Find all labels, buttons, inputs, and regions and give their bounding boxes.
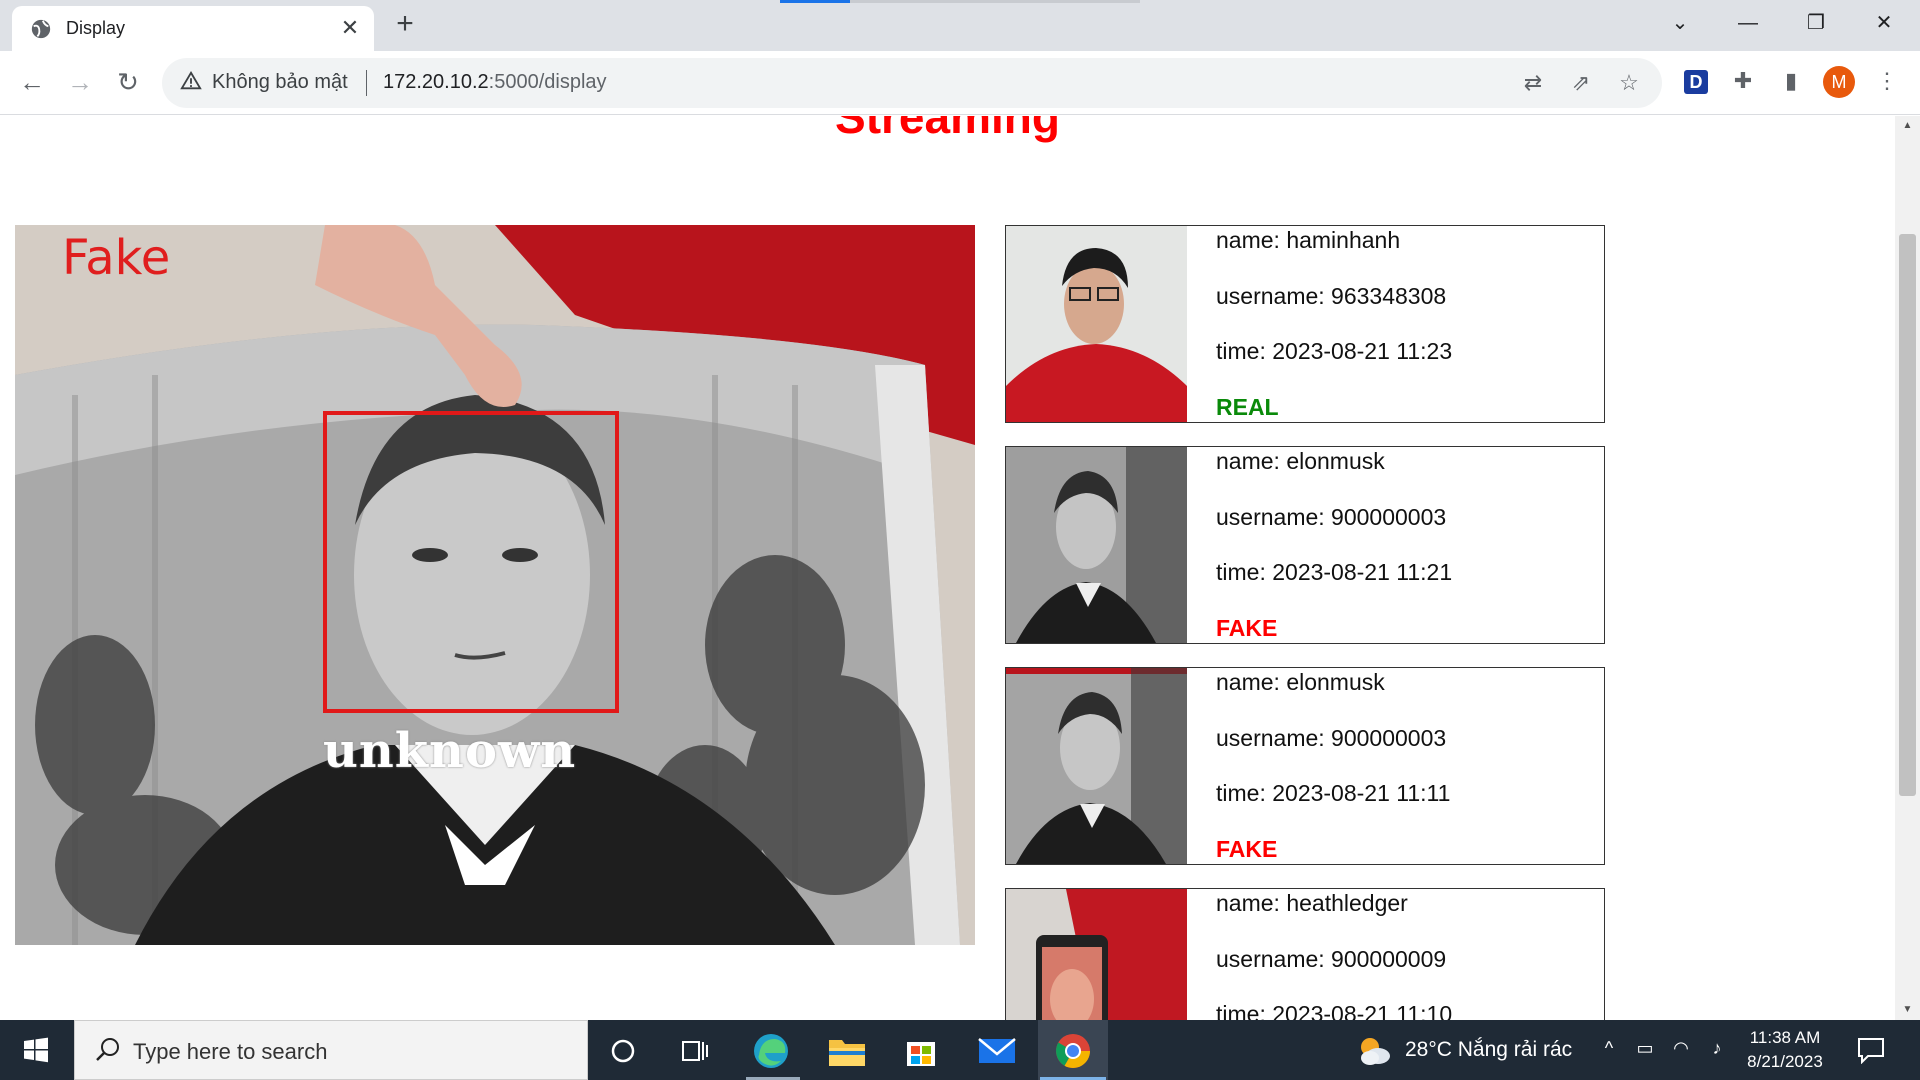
minimize-button[interactable]: — (1720, 6, 1776, 40)
windows-start-icon[interactable] (0, 1020, 72, 1080)
spoof-result-label: Fake (62, 230, 171, 286)
history-info: name: elonmusk username: 900000003 time:… (1216, 447, 1452, 669)
history-username: username: 900000009 (1216, 945, 1447, 972)
person-photo-phone (1006, 889, 1187, 1020)
search-placeholder: Type here to search (133, 1039, 328, 1064)
bookmark-star-icon[interactable]: ☆ (1614, 68, 1644, 98)
page-viewport: Streaming Fake unknown name: haminhanh u… (0, 116, 1895, 1020)
menu-kebab-icon[interactable]: ⋮ (1870, 64, 1904, 98)
tab-strip: Display ✕ + ⌄ — ❐ ✕ (0, 0, 1920, 51)
globe-icon (31, 19, 51, 39)
detection-history-list: name: haminhanh username: 963348308 time… (1005, 225, 1605, 1020)
microsoft-store-icon[interactable] (898, 1028, 944, 1074)
reload-button[interactable]: ↻ (110, 64, 146, 100)
address-bar[interactable]: Không bảo mật 172.20.10.2:5000/display ⇄… (162, 58, 1662, 108)
extension-d-icon[interactable]: D (1684, 70, 1708, 94)
scroll-up-arrow-icon[interactable]: ▲ (1895, 116, 1920, 136)
warning-icon (180, 70, 202, 90)
weather-partly-sunny-icon[interactable] (1356, 1034, 1392, 1068)
windows-taskbar: Type here to search 28°C Nắng rải rác ^ … (0, 1020, 1920, 1080)
history-thumbnail (1006, 668, 1187, 864)
close-tab-icon[interactable]: ✕ (336, 14, 364, 42)
clock-date: 8/21/2023 (1747, 1052, 1823, 1071)
taskbar-search-box[interactable]: Type here to search (74, 1020, 588, 1080)
notification-center-icon[interactable] (1856, 1036, 1886, 1064)
page-scrollbar[interactable]: ▲ ▼ (1895, 116, 1920, 1020)
share-icon[interactable]: ⇗ (1566, 68, 1596, 98)
page-title: Streaming (835, 116, 1060, 143)
url-path: :5000/display (488, 71, 607, 93)
camera-stream: Fake unknown (15, 225, 975, 945)
history-time: time: 2023-08-21 11:11 (1216, 780, 1451, 806)
history-time: time: 2023-08-21 11:10 (1216, 1001, 1453, 1020)
history-username: username: 900000003 (1216, 503, 1447, 530)
history-info: name: heathledger username: 900000009 ti… (1216, 889, 1452, 1020)
back-button[interactable]: ← (14, 64, 50, 100)
scrollbar-thumb[interactable] (1899, 234, 1916, 796)
history-status: FAKE (1216, 835, 1278, 862)
file-explorer-icon[interactable] (824, 1028, 870, 1074)
person-photo-fake (1006, 668, 1187, 864)
history-card: name: elonmusk username: 900000003 time:… (1005, 446, 1605, 644)
identity-label: unknown (323, 723, 577, 779)
history-card: name: heathledger username: 900000009 ti… (1005, 888, 1605, 1020)
url-text[interactable]: 172.20.10.2:5000/display (383, 71, 607, 94)
volume-icon[interactable]: ♪ (1704, 1038, 1730, 1059)
history-name: name: elonmusk (1216, 448, 1385, 474)
history-name: name: elonmusk (1216, 669, 1385, 695)
battery-icon[interactable]: ▭ (1632, 1038, 1658, 1059)
history-card: name: haminhanh username: 963348308 time… (1005, 225, 1605, 423)
profile-avatar[interactable]: M (1823, 66, 1855, 98)
history-username: username: 963348308 (1216, 282, 1447, 309)
history-thumbnail (1006, 226, 1187, 422)
history-status: FAKE (1216, 614, 1278, 641)
tab-indicator-track (850, 0, 1140, 3)
wifi-icon[interactable]: ◠ (1668, 1038, 1694, 1059)
translate-icon[interactable]: ⇄ (1518, 68, 1548, 98)
history-card: name: elonmusk username: 900000003 time:… (1005, 667, 1605, 865)
history-info: name: haminhanh username: 963348308 time… (1216, 226, 1452, 448)
cortana-icon[interactable] (600, 1028, 646, 1074)
extensions-puzzle-icon[interactable]: ✚ (1726, 64, 1760, 98)
side-panel-icon[interactable]: ▮ (1774, 64, 1808, 98)
browser-toolbar: ← → ↻ Không bảo mật 172.20.10.2:5000/dis… (0, 51, 1920, 115)
weather-text[interactable]: 28°C Nắng rải rác (1405, 1038, 1572, 1062)
history-info: name: elonmusk username: 900000003 time:… (1216, 668, 1450, 890)
tab-search-icon[interactable]: ⌄ (1652, 6, 1708, 40)
chrome-icon[interactable] (1050, 1028, 1096, 1074)
omnibox-divider (366, 70, 367, 96)
task-view-icon[interactable] (672, 1028, 718, 1074)
face-bounding-box (323, 411, 619, 713)
clock-time: 11:38 AM (1749, 1028, 1821, 1047)
forward-button[interactable]: → (62, 64, 98, 100)
tab-indicator (780, 0, 850, 3)
history-thumbnail (1006, 447, 1187, 643)
search-icon (96, 1038, 119, 1061)
scroll-down-arrow-icon[interactable]: ▼ (1895, 1000, 1920, 1020)
close-window-button[interactable]: ✕ (1856, 6, 1912, 40)
person-photo-real (1006, 226, 1187, 422)
restore-button[interactable]: ❐ (1788, 6, 1844, 40)
security-status[interactable]: Không bảo mật (212, 71, 348, 94)
history-status: REAL (1216, 393, 1279, 420)
history-time: time: 2023-08-21 11:23 (1216, 338, 1453, 364)
person-photo-fake (1006, 447, 1187, 643)
clock[interactable]: 11:38 AM 8/21/2023 (1730, 1026, 1840, 1074)
chevron-up-icon[interactable]: ^ (1596, 1038, 1622, 1059)
history-thumbnail (1006, 889, 1187, 1020)
history-time: time: 2023-08-21 11:21 (1216, 559, 1453, 585)
history-username: username: 900000003 (1216, 724, 1447, 751)
history-name: name: heathledger (1216, 890, 1408, 916)
url-host: 172.20.10.2 (383, 71, 489, 93)
mail-icon[interactable] (974, 1028, 1020, 1074)
tab-title: Display (66, 18, 126, 38)
edge-browser-icon[interactable] (748, 1028, 794, 1074)
history-name: name: haminhanh (1216, 227, 1401, 253)
new-tab-button[interactable]: + (390, 9, 420, 40)
browser-tab[interactable]: Display ✕ (12, 6, 374, 51)
